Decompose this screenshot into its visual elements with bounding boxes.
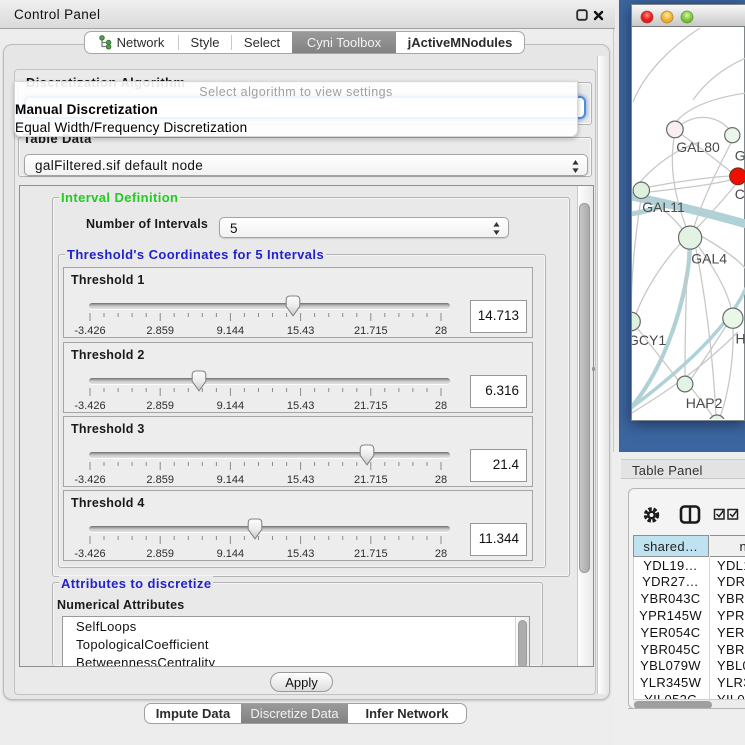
svg-text:H: H: [736, 331, 745, 347]
svg-text:GCY1: GCY1: [632, 332, 666, 348]
svg-text:GAL4: GAL4: [691, 250, 727, 266]
svg-text:HAP2: HAP2: [686, 395, 723, 411]
svg-text:GAL80: GAL80: [676, 139, 720, 155]
svg-text:C: C: [735, 186, 745, 202]
svg-text:GAL11: GAL11: [642, 199, 685, 215]
svg-text:GA: GA: [735, 148, 745, 164]
